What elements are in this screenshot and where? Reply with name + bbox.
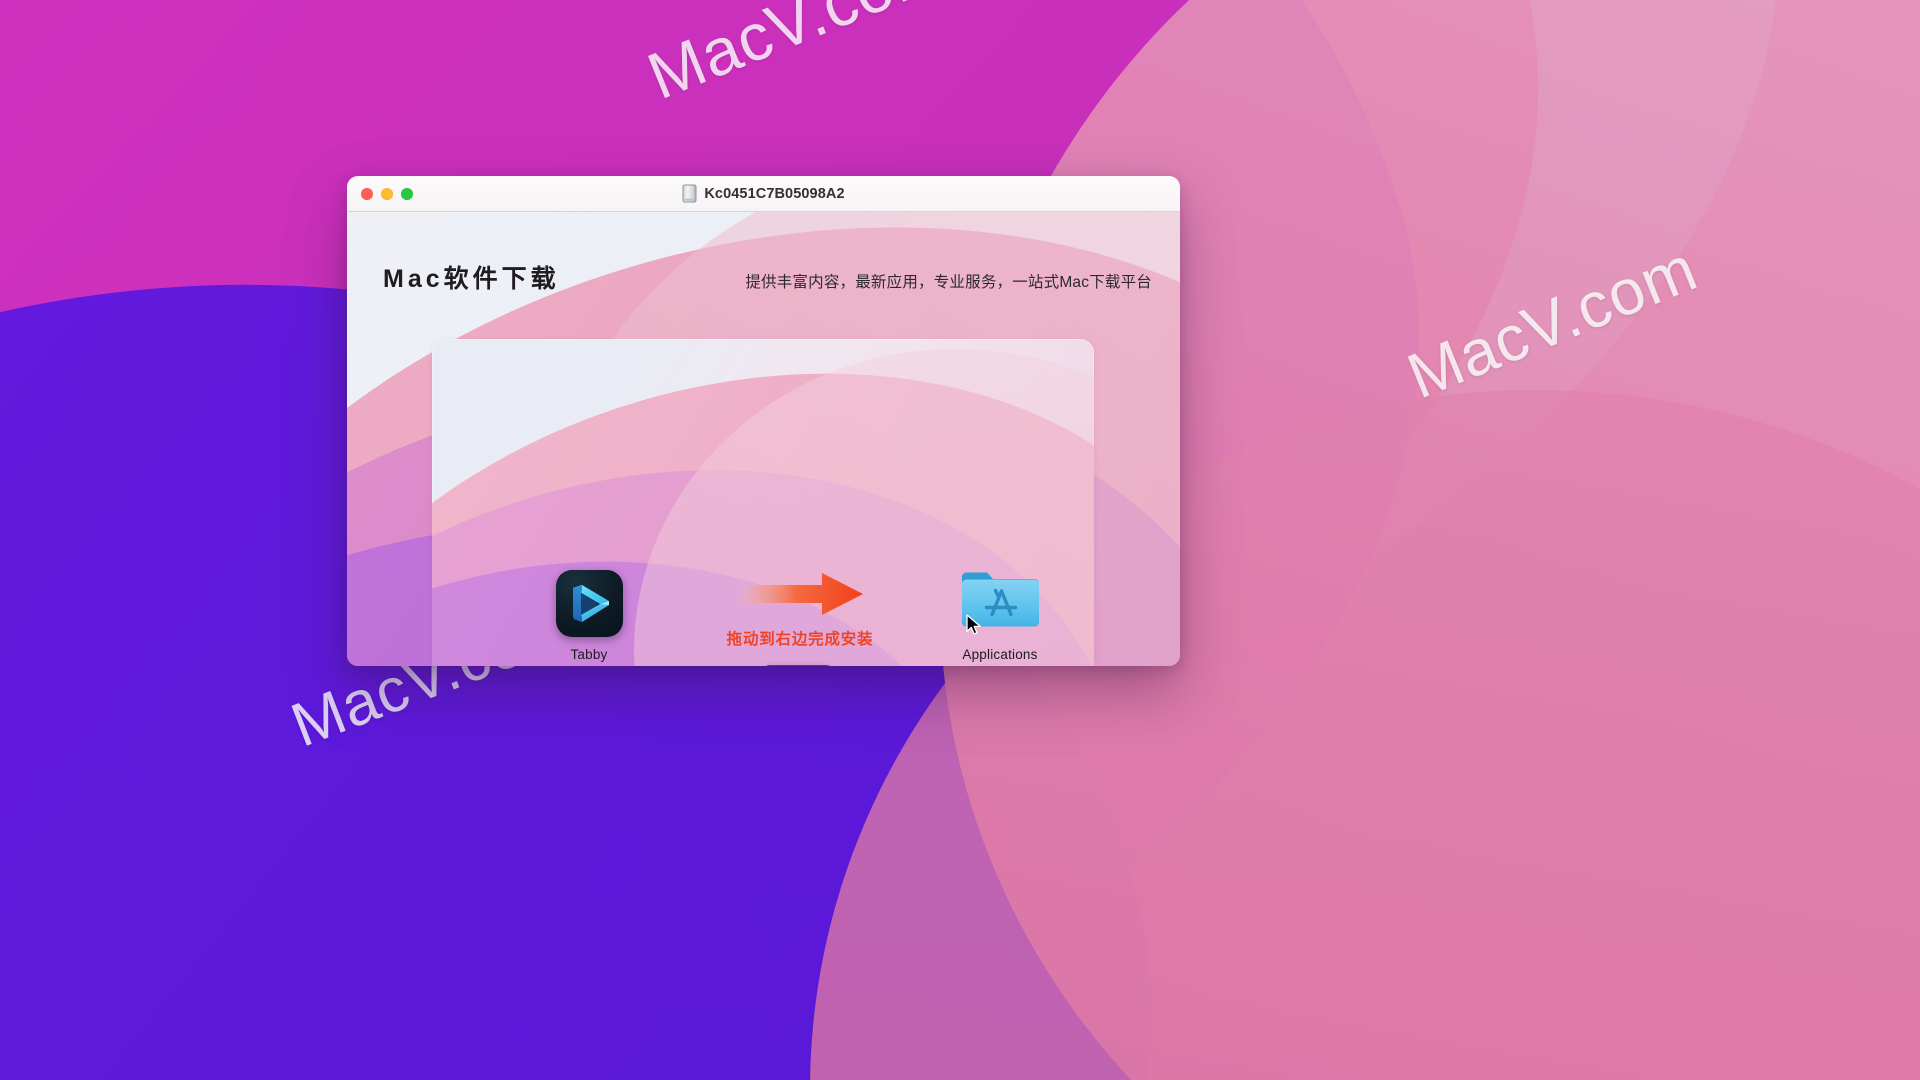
desktop-background: MacV.com MacV.com MacV.com Kc0451C7B0509… — [0, 0, 1920, 1080]
maximize-button[interactable] — [401, 187, 413, 200]
removable-disk-icon — [682, 184, 697, 203]
close-button[interactable] — [361, 187, 373, 200]
drag-right-arrow-icon — [736, 573, 863, 615]
watermark-right: MacV.com — [1397, 231, 1707, 413]
tabby-label: Tabby — [570, 647, 608, 662]
window-title-text: Kc0451C7B05098A2 — [704, 185, 845, 202]
tabby-app-icon[interactable] — [555, 570, 623, 637]
watermark-top: MacV.com — [637, 0, 957, 114]
window-titlebar[interactable]: Kc0451C7B05098A2 — [347, 176, 1180, 212]
mouse-cursor-arrow-icon — [965, 614, 981, 635]
drag-hint-text: 拖动到右边完成安装 — [726, 631, 874, 648]
dmg-header: Mac软件下载 提供丰富内容，最新应用，专业服务，一站式Mac下载平台 — [347, 259, 1180, 295]
brand-tagline: 提供丰富内容，最新应用，专业服务，一站式Mac下载平台 — [745, 274, 1152, 291]
minimize-button[interactable] — [381, 187, 393, 200]
install-panel: Tabby 拖动到右边完成安装 Applications — [432, 339, 1094, 666]
brand-title: Mac软件下载 — [383, 265, 560, 293]
window-controls — [361, 187, 413, 200]
repair-tool-icon[interactable]: exec 修复损坏提示 — [723, 665, 873, 666]
applications-label: Applications — [962, 647, 1038, 662]
applications-folder-target[interactable]: Applications — [925, 567, 1075, 662]
window-body: Mac软件下载 提供丰富内容，最新应用，专业服务，一站式Mac下载平台 Tabb… — [347, 212, 1180, 666]
drag-hint-group: 拖动到右边完成安装 — [680, 571, 920, 649]
dmg-installer-window[interactable]: Kc0451C7B05098A2 Mac软件下载 提供丰富内容，最新应用，专业服… — [347, 176, 1180, 666]
applications-folder-wrapper[interactable] — [959, 567, 1042, 637]
window-title-group: Kc0451C7B05098A2 — [347, 184, 1180, 203]
app-icon-tabby[interactable]: Tabby — [529, 570, 649, 662]
terminal-exec-icon[interactable]: exec — [765, 665, 831, 666]
tabby-chevron-glyph — [573, 584, 609, 622]
